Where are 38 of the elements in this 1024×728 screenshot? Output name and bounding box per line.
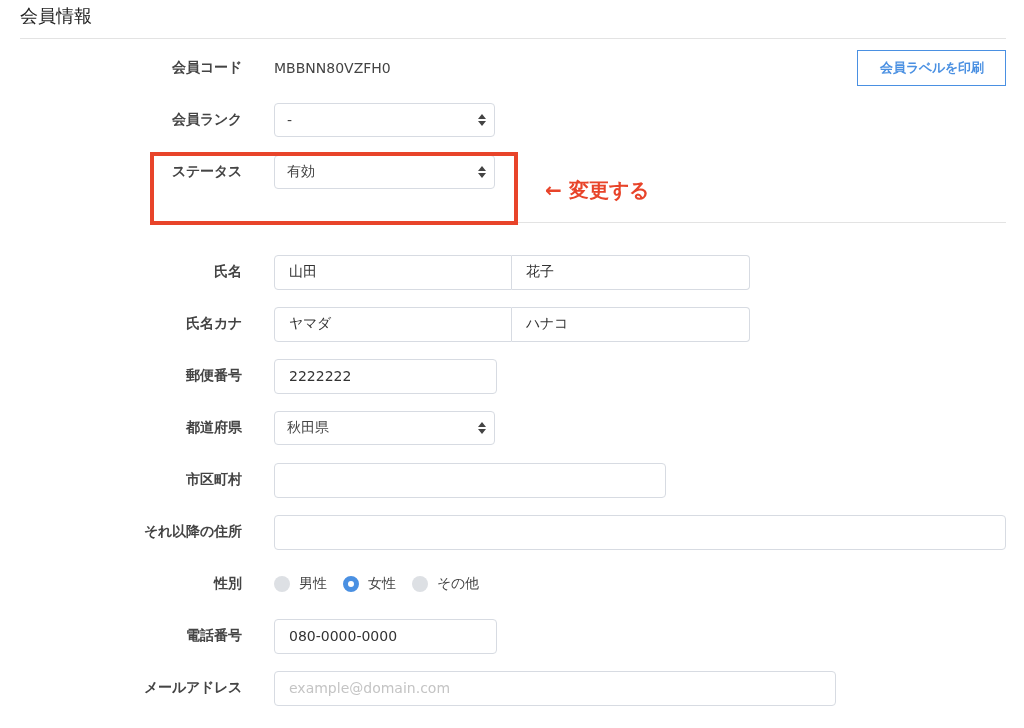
field-label: 郵便番号	[185, 367, 242, 385]
field-label: 会員ランク	[171, 111, 242, 129]
radio-button[interactable]	[412, 576, 428, 592]
radio-label: 男性	[299, 575, 327, 593]
input-field[interactable]: ハナコ	[512, 306, 750, 342]
caret-icon	[478, 114, 486, 126]
field-label: メールアドレス	[143, 679, 242, 697]
input-field[interactable]: 2222222	[274, 358, 497, 394]
input-field[interactable]: example@domain.com	[274, 670, 836, 706]
field-label: 都道府県	[185, 419, 242, 437]
radio-option[interactable]: 男性	[274, 575, 327, 593]
annotation-text: ← 変更する	[545, 177, 649, 204]
input-field[interactable]: 花子	[512, 254, 750, 290]
page-title: 会員情報	[20, 0, 1006, 39]
radio-label: 女性	[368, 575, 396, 593]
radio-option[interactable]: 女性	[343, 575, 396, 593]
field-value: MBBNN80VZFH0	[274, 60, 391, 76]
field-label: 氏名カナ	[185, 315, 242, 333]
select-field[interactable]: -	[274, 103, 495, 137]
field-label: それ以降の住所	[143, 523, 242, 541]
field-label: ステータス	[171, 163, 242, 181]
field-label: 氏名	[213, 263, 242, 281]
select-field[interactable]: 秋田県	[274, 411, 495, 445]
radio-option[interactable]: その他	[412, 575, 479, 593]
input-field[interactable]: ヤマダ	[274, 306, 512, 342]
input-field[interactable]: 080-0000-0000	[274, 618, 497, 654]
caret-icon	[478, 166, 486, 178]
radio-label: その他	[437, 575, 479, 593]
caret-icon	[478, 422, 486, 434]
field-label: 会員コード	[171, 59, 242, 77]
field-label: 市区町村	[185, 471, 242, 489]
field-label: 電話番号	[185, 627, 242, 645]
input-field[interactable]	[274, 514, 1006, 550]
radio-button[interactable]	[343, 576, 359, 592]
input-field[interactable]: 山田	[274, 254, 512, 290]
field-label: 性別	[212, 575, 242, 593]
input-field[interactable]	[274, 462, 666, 498]
radio-button[interactable]	[274, 576, 290, 592]
